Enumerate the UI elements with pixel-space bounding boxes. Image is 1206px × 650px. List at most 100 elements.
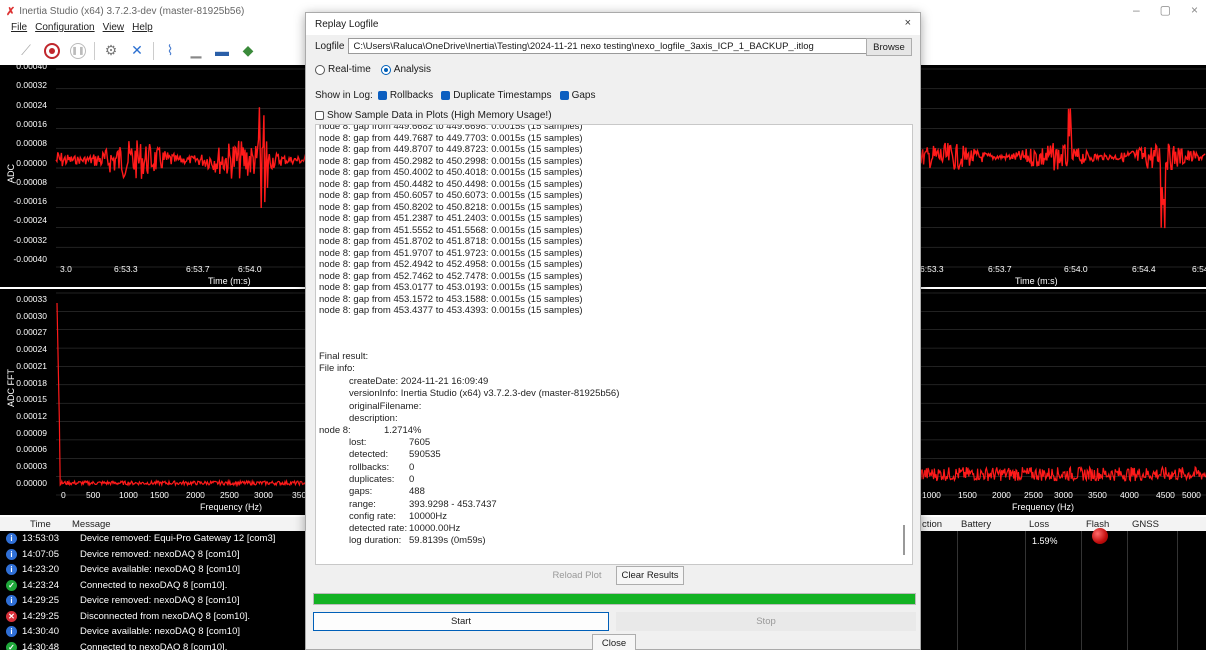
log-time: 14:30:40 xyxy=(22,626,59,638)
analysis-label[interactable]: Analysis xyxy=(394,64,431,75)
results-log[interactable]: node 8: gap from 449.6682 to 449.6698: 0… xyxy=(315,124,913,565)
rollbacks-checkbox[interactable] xyxy=(377,91,387,100)
gap-line: node 8: gap from 453.4377 to 453.4393: 0… xyxy=(319,305,583,316)
menu-file[interactable]: File xyxy=(11,22,27,36)
y-tick-label: 0.00000 xyxy=(16,477,47,488)
cell-connection xyxy=(920,531,958,650)
tools-icon[interactable]: ✕ xyxy=(127,41,147,61)
stat-value: 590535 xyxy=(409,449,441,461)
time-plot-right[interactable]: 6:53.3 6:53.7 6:54.0 6:54.4 6:54 Time (m:s) xyxy=(920,65,1206,287)
menu-configuration[interactable]: Configuration xyxy=(35,22,94,36)
fft-plot-ylabel: ADC FFT xyxy=(6,369,16,407)
start-button[interactable]: Start xyxy=(313,612,609,631)
logfile-path-input[interactable]: C:\Users\Raluca\OneDrive\Inertia\Testing… xyxy=(348,38,887,54)
log-row[interactable]: ✓ 14:30:48 Connected to nexoDAQ 8 [com10]. xyxy=(0,640,312,650)
file-info-label: File info: xyxy=(319,363,355,374)
x-tick-label: 6:53.7 xyxy=(186,264,210,274)
fft-plot-xlabel: Frequency (Hz) xyxy=(200,502,263,512)
y-tick-label: -0.00016 xyxy=(13,196,47,207)
y-tick-label: 0.00024 xyxy=(16,344,47,355)
connect-icon[interactable]: ⟋ xyxy=(16,41,36,61)
log-col-message[interactable]: Message xyxy=(66,519,111,530)
minimize-button[interactable]: – xyxy=(1133,3,1140,17)
log-message: Device available: nexoDAQ 8 [com10] xyxy=(80,626,240,638)
stat-value: 59.8139s (0m59s) xyxy=(409,535,486,547)
log-row[interactable]: i 14:23:20 Device available: nexoDAQ 8 [co… xyxy=(0,562,312,578)
log-row[interactable]: i 14:07:05 Device removed: nexoDAQ 8 [com1… xyxy=(0,547,312,563)
duplicates-label[interactable]: Duplicate Timestamps xyxy=(453,90,551,101)
pause-button[interactable]: ❚❚ xyxy=(68,41,88,61)
node-label: node 8: xyxy=(319,425,351,436)
rollbacks-label[interactable]: Rollbacks xyxy=(390,90,433,101)
device-table[interactable]: ction Battery Loss Flash GNSS 1.59% xyxy=(920,517,1206,650)
x-tick-label: 4000 xyxy=(1120,490,1139,500)
log-row[interactable]: i 14:29:25 Device removed: nexoDAQ 8 [com1… xyxy=(0,593,312,609)
col-connection[interactable]: ction xyxy=(920,519,958,530)
y-tick-label: 0.00016 xyxy=(16,118,47,129)
cube-icon[interactable]: ◆ xyxy=(238,41,258,61)
duplicates-checkbox[interactable] xyxy=(441,91,451,100)
y-tick-label: 0.00027 xyxy=(16,327,47,338)
x-tick-label: 1500 xyxy=(958,490,977,500)
fft-plot-right[interactable]: 1000 1500 2000 2500 3000 3500 4000 4500 5000 Fre… xyxy=(920,289,1206,515)
log-message: Disconnected from nexoDAQ 8 [com10]. xyxy=(80,610,251,622)
y-tick-label: -0.00024 xyxy=(13,215,47,226)
pause-icon: ❚❚ xyxy=(70,42,86,59)
log-time: 14:07:05 xyxy=(22,548,59,560)
x-tick-label: 1000 xyxy=(922,490,941,500)
time-plot-left[interactable]: 0.00040 0.00032 0.00024 0.00016 0.00008 0.000… xyxy=(0,61,312,287)
results-scrollbar[interactable] xyxy=(903,525,905,555)
log-message: Device removed: nexoDAQ 8 [com10] xyxy=(80,548,240,560)
progress-bar-fill xyxy=(314,594,915,604)
x-tick-label: 6:53.3 xyxy=(920,264,944,274)
col-flash[interactable]: Flash xyxy=(1082,519,1128,530)
replay-logfile-dialog: Replay Logfile × Logfile C:\Users\Raluca… xyxy=(305,12,921,650)
col-gnss[interactable]: GNSS xyxy=(1128,519,1178,530)
stat-key: gaps: xyxy=(349,486,373,498)
cell-gnss xyxy=(1128,531,1178,650)
realtime-label[interactable]: Real-time xyxy=(328,64,371,75)
x-tick-label: 3000 xyxy=(1054,490,1073,500)
gap-line: node 8: gap from 449.7687 to 449.7703: 0… xyxy=(319,132,583,144)
stop-button[interactable]: Stop xyxy=(616,612,916,631)
close-button[interactable]: Close xyxy=(592,634,636,650)
gap-line: node 8: gap from 450.8202 to 450.8218: 0… xyxy=(319,201,583,213)
col-loss[interactable]: Loss xyxy=(1026,519,1082,530)
settings-gears-icon[interactable]: ⚙ xyxy=(101,41,121,61)
reload-plot-button[interactable]: Reload Plot xyxy=(546,566,608,585)
log-col-time[interactable]: Time xyxy=(0,519,66,530)
sample-data-row: Show Sample Data in Plots (High Memory U… xyxy=(315,110,552,121)
event-log[interactable]: Time Message i 13:53:03 Device removed: Eq… xyxy=(0,517,312,650)
record-button[interactable] xyxy=(42,41,62,61)
log-time: 13:53:03 xyxy=(22,533,59,545)
log-row[interactable]: ✓ 14:23:24 Connected to nexoDAQ 8 [com10]. xyxy=(0,578,312,594)
menu-help[interactable]: Help xyxy=(132,22,153,36)
sample-data-checkbox[interactable] xyxy=(315,111,324,120)
event-log-header: Time Message xyxy=(0,517,312,531)
layout-icon[interactable]: ▁ xyxy=(186,41,206,61)
sample-data-label[interactable]: Show Sample Data in Plots (High Memory U… xyxy=(327,110,552,121)
gaps-label[interactable]: Gaps xyxy=(572,90,596,101)
dialog-titlebar: Replay Logfile × xyxy=(306,13,920,35)
maximize-button[interactable]: ▢ xyxy=(1160,3,1171,17)
realtime-radio[interactable] xyxy=(315,64,325,75)
plot-icon[interactable]: ⌇ xyxy=(160,41,180,61)
x-tick-label: 6:53.3 xyxy=(114,264,138,274)
fft-plot-left[interactable]: 0.00033 0.00030 0.00027 0.00024 0.00021 0.000… xyxy=(0,289,312,515)
clear-results-button[interactable]: Clear Results xyxy=(616,566,684,585)
log-row[interactable]: i 13:53:03 Device removed: Equi-Pro Gatewa… xyxy=(0,531,312,547)
stat-key: detected rate: xyxy=(349,523,408,535)
y-tick-label: 0.00033 xyxy=(16,294,47,304)
analysis-radio[interactable] xyxy=(380,64,391,75)
log-row[interactable]: ✕ 14:29:25 Disconnected from nexoDAQ 8 [co… xyxy=(0,609,312,625)
log-row[interactable]: i 14:30:40 Device available: nexoDAQ 8 [co… xyxy=(0,624,312,640)
monitor-icon[interactable]: ▬ xyxy=(212,41,232,61)
stat-value: 10000Hz xyxy=(409,510,448,522)
close-window-button[interactable]: × xyxy=(1191,3,1198,17)
gaps-checkbox[interactable] xyxy=(559,91,569,100)
browse-button[interactable]: Browse xyxy=(866,38,912,56)
menu-view[interactable]: View xyxy=(103,22,125,36)
log-time: 14:30:48 xyxy=(22,641,59,650)
dialog-close-icon[interactable]: × xyxy=(905,17,911,29)
col-battery[interactable]: Battery xyxy=(958,519,1026,530)
